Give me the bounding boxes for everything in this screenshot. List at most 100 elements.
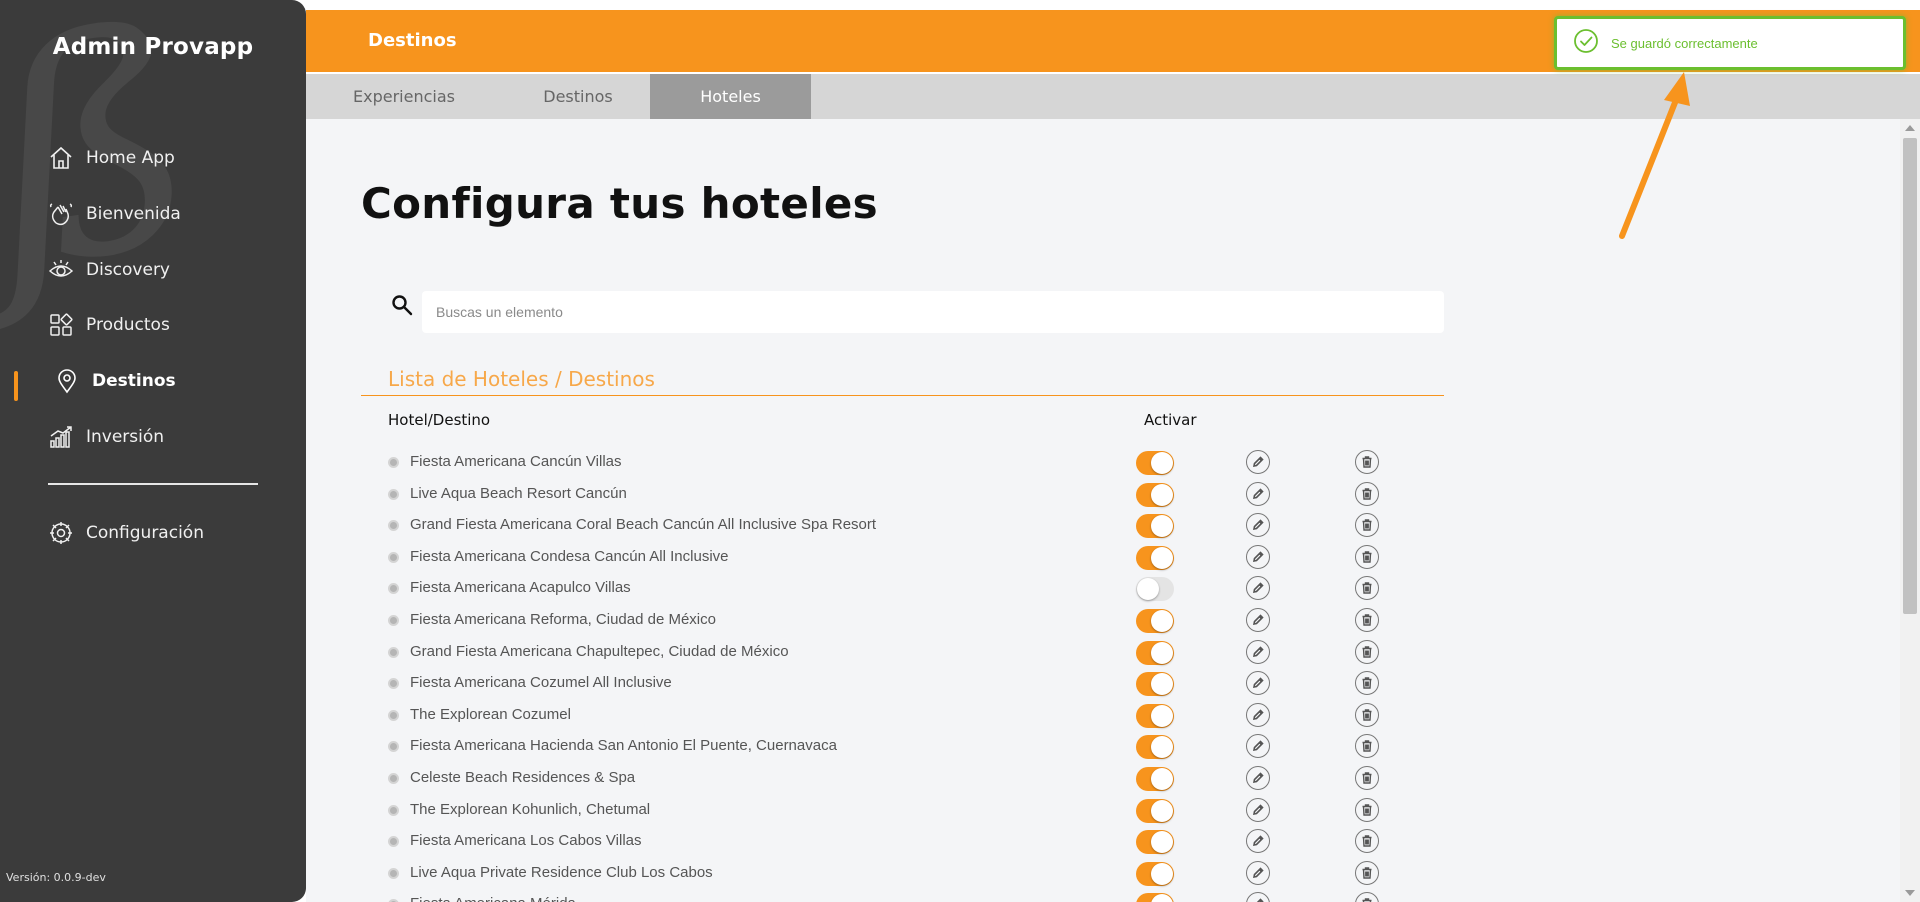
trash-icon[interactable]: [1355, 766, 1379, 790]
toggle-knob: [1151, 894, 1173, 902]
edit-icon[interactable]: [1246, 481, 1270, 506]
toggle-knob: [1151, 483, 1173, 506]
hotel-name: Grand Fiesta Americana Chapultepec, Ciud…: [410, 642, 789, 660]
bar-chart-icon: [48, 424, 74, 450]
sidebar-item-label: Inversión: [86, 427, 165, 447]
sidebar-item-inversion[interactable]: Inversión: [48, 421, 164, 453]
trash-icon[interactable]: [1355, 702, 1379, 727]
header-title: Destinos: [368, 30, 457, 51]
sidebar-item-discovery[interactable]: Discovery: [48, 254, 170, 286]
trash-icon[interactable]: [1355, 797, 1379, 822]
activate-toggle[interactable]: [1136, 482, 1174, 507]
edit-icon[interactable]: [1246, 766, 1270, 790]
active-indicator: [14, 371, 18, 401]
edit-icon[interactable]: [1246, 608, 1270, 632]
trash-icon[interactable]: [1355, 481, 1379, 506]
table-row: Fiesta Americana Cancún Villas: [388, 449, 1428, 475]
hotel-name: Celeste Beach Residences & Spa: [410, 769, 636, 786]
hotel-name: Fiesta Americana Los Cabos Villas: [410, 832, 642, 850]
edit-icon[interactable]: [1246, 829, 1270, 854]
edit-icon[interactable]: [1246, 860, 1270, 885]
bullet-icon: [388, 615, 399, 626]
toggle-knob: [1151, 610, 1173, 632]
edit-icon[interactable]: [1246, 702, 1270, 727]
activate-toggle[interactable]: [1136, 514, 1174, 539]
toggle-knob: [1151, 831, 1173, 854]
activate-toggle[interactable]: [1136, 735, 1174, 760]
table-row: The Explorean Cozumel: [388, 702, 1428, 728]
activate-toggle[interactable]: [1136, 703, 1174, 728]
activate-toggle[interactable]: [1136, 451, 1174, 475]
search-icon[interactable]: [390, 293, 414, 317]
activate-toggle[interactable]: [1136, 545, 1174, 570]
bullet-icon: [388, 867, 399, 879]
edit-icon[interactable]: [1246, 513, 1270, 538]
sidebar-item-home-app[interactable]: Home App: [48, 142, 175, 174]
edit-icon[interactable]: [1246, 576, 1270, 601]
trash-icon[interactable]: [1355, 608, 1379, 632]
sidebar-item-configuracion[interactable]: Configuración: [48, 517, 204, 549]
list-divider: [361, 395, 1444, 396]
toggle-knob: [1151, 641, 1173, 664]
table-row: Fiesta Americana Cozumel All Inclusive: [388, 670, 1428, 697]
trash-icon[interactable]: [1355, 513, 1379, 538]
activate-toggle[interactable]: [1136, 893, 1174, 902]
trash-icon[interactable]: [1355, 544, 1379, 569]
bullet-icon: [388, 488, 399, 500]
activate-toggle[interactable]: [1136, 798, 1174, 823]
hotel-name: The Explorean Kohunlich, Chetumal: [410, 800, 651, 818]
edit-icon[interactable]: [1246, 892, 1270, 902]
trash-icon[interactable]: [1355, 829, 1379, 854]
trash-icon[interactable]: [1355, 450, 1379, 474]
table-row: Fiesta Americana Reforma, Ciudad de Méxi…: [388, 607, 1428, 633]
activate-toggle[interactable]: [1136, 767, 1174, 791]
home-icon: [48, 145, 74, 171]
toggle-knob: [1151, 673, 1173, 696]
gear-icon: [48, 520, 74, 546]
toggle-knob: [1151, 515, 1173, 538]
vertical-scrollbar[interactable]: [1900, 119, 1920, 902]
bullet-icon: [388, 457, 399, 468]
bullet-icon: [388, 804, 399, 816]
trash-icon[interactable]: [1355, 671, 1379, 696]
trash-icon[interactable]: [1355, 860, 1379, 885]
activate-toggle[interactable]: [1136, 861, 1174, 886]
sidebar-item-productos[interactable]: Productos: [48, 309, 170, 341]
edit-icon[interactable]: [1246, 639, 1270, 664]
tab-experiencias[interactable]: Experiencias: [306, 74, 502, 119]
scrollbar-thumb[interactable]: [1903, 138, 1917, 614]
trash-icon[interactable]: [1355, 639, 1379, 664]
hotel-name: Fiesta Americana Acapulco Villas: [410, 579, 631, 597]
hotel-name: Fiesta Americana Cozumel All Inclusive: [410, 674, 672, 692]
toggle-knob: [1137, 578, 1159, 601]
sidebar-item-bienvenida[interactable]: Bienvenida: [48, 198, 181, 230]
map-pin-icon: [54, 368, 80, 394]
trash-icon[interactable]: [1355, 576, 1379, 601]
tab-destinos[interactable]: Destinos: [502, 74, 654, 119]
hand-wave-icon: [48, 201, 74, 227]
edit-icon[interactable]: [1246, 671, 1270, 696]
edit-icon[interactable]: [1246, 734, 1270, 759]
trash-icon[interactable]: [1355, 892, 1379, 902]
toast-message: Se guardó correctamente: [1611, 35, 1758, 51]
scroll-up-icon[interactable]: [1905, 125, 1915, 131]
edit-icon[interactable]: [1246, 544, 1270, 569]
sidebar-item-label: Bienvenida: [86, 204, 181, 224]
table-row: Celeste Beach Residences & Spa: [388, 765, 1428, 791]
sidebar-item-destinos[interactable]: Destinos: [54, 365, 176, 397]
hotel-name: Fiesta Americana Mérida: [410, 895, 576, 902]
tab-hoteles[interactable]: Hoteles: [650, 74, 811, 119]
activate-toggle[interactable]: [1136, 830, 1174, 855]
edit-icon[interactable]: [1246, 797, 1270, 822]
edit-icon[interactable]: [1246, 450, 1270, 474]
activate-toggle[interactable]: [1136, 609, 1174, 633]
search-input[interactable]: [422, 291, 1444, 333]
bullet-icon: [388, 646, 399, 658]
toggle-knob: [1151, 799, 1173, 822]
trash-icon[interactable]: [1355, 734, 1379, 759]
column-header-activar: Activar: [1144, 411, 1197, 429]
activate-toggle[interactable]: [1136, 672, 1174, 697]
activate-toggle[interactable]: [1136, 577, 1174, 602]
activate-toggle[interactable]: [1136, 640, 1174, 665]
scroll-down-icon[interactable]: [1905, 890, 1915, 896]
